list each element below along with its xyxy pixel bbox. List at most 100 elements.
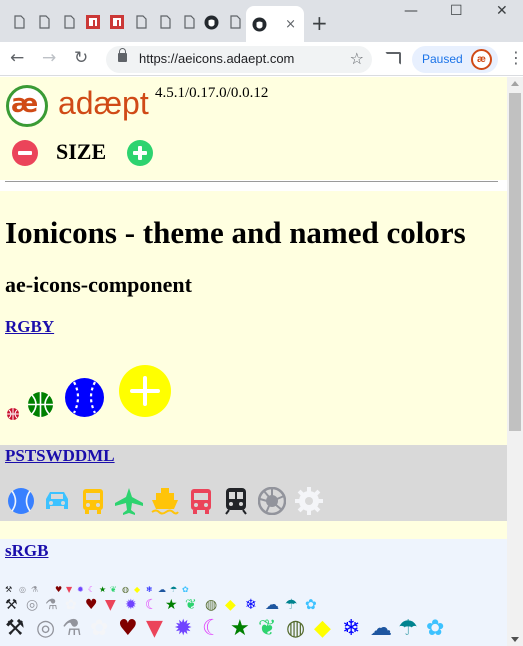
tab-npm[interactable]: [108, 10, 126, 34]
moon-icon: ☾: [88, 585, 96, 594]
github-icon: [252, 17, 267, 32]
new-tab-button[interactable]: +: [311, 11, 328, 35]
section-link-rgby[interactable]: RGBY: [5, 317, 54, 337]
address-bar[interactable]: https://aeicons.adaept.com ☆: [106, 46, 372, 73]
leaf-icon: ❦: [185, 597, 197, 613]
sunny-icon: ✹: [125, 597, 137, 613]
document-icon: [63, 15, 75, 29]
bookmark-star-icon[interactable]: ☆: [350, 49, 364, 68]
tab-document[interactable]: [60, 10, 78, 34]
star-icon: ★: [99, 585, 107, 594]
notifications-icon: ◆: [134, 585, 141, 594]
flower-icon: ✿: [65, 597, 77, 613]
flask-icon: ⚗: [45, 597, 58, 613]
scroll-down-arrow-icon[interactable]: [511, 637, 519, 642]
section-link-pstswddml[interactable]: PSTSWDDML: [5, 446, 115, 466]
tab-document[interactable]: [132, 10, 150, 34]
heart-icon: ♥: [55, 585, 63, 594]
divider: [5, 181, 498, 182]
rose-icon: ✿: [426, 616, 445, 641]
github-icon: [204, 15, 218, 29]
profile-status: Paused: [422, 52, 463, 66]
document-icon: [38, 15, 50, 29]
flask-icon: ⚗: [31, 585, 39, 594]
close-window-button[interactable]: ✕: [496, 3, 508, 19]
umbrella-icon: ☂: [285, 597, 298, 613]
finger-print-icon: ◎: [19, 585, 26, 594]
tab-document[interactable]: [35, 10, 53, 34]
flower-icon: ✿: [90, 616, 109, 641]
maximize-button[interactable]: ☐: [450, 3, 463, 19]
page-subtitle: ae-icons-component: [5, 272, 192, 297]
scrollbar-thumb[interactable]: [509, 93, 521, 431]
cog-icon: [295, 487, 323, 515]
tab-strip: × + — ☐ ✕: [0, 0, 523, 42]
globe-icon: ◍: [286, 616, 306, 641]
rainy-icon: ☁: [265, 597, 279, 613]
star-icon: ★: [165, 597, 178, 613]
notifications-icon: ◆: [314, 616, 331, 641]
page-title: Ionicons - theme and named colors: [5, 215, 466, 250]
profile-button[interactable]: Paused æ: [412, 46, 498, 73]
sunny-icon: ✹: [174, 616, 193, 641]
size-label: SIZE: [56, 139, 107, 164]
tab-close-icon[interactable]: ×: [285, 17, 296, 32]
snow-icon: ❄: [245, 597, 257, 613]
page-viewport: æ adæpt 4.5.1/0.17.0/0.0.12 SIZE Ionicon…: [0, 77, 507, 646]
logo-text: adæpt: [58, 85, 149, 121]
forward-button[interactable]: →: [42, 48, 56, 68]
umbrella-icon: ☂: [398, 616, 418, 641]
minimize-button[interactable]: —: [404, 3, 418, 19]
tennisball-icon: [8, 488, 34, 514]
avatar: æ: [471, 49, 492, 70]
tab-github[interactable]: [202, 10, 220, 34]
document-icon: [229, 15, 241, 29]
moon-icon: ☾: [145, 597, 158, 613]
rose-icon: ✿: [182, 585, 189, 594]
scroll-up-arrow-icon[interactable]: [511, 81, 519, 86]
ice-cream-icon: ▼: [105, 597, 116, 613]
leaf-icon: ❦: [110, 585, 117, 594]
build-icon: ⚒: [5, 616, 25, 641]
section-spacer: [0, 521, 507, 539]
cast-icon[interactable]: [385, 52, 401, 65]
boat-icon: [151, 488, 179, 515]
menu-icon[interactable]: ⋮: [508, 48, 523, 67]
globe-icon: ◍: [122, 585, 129, 594]
finger-print-icon: ◎: [26, 597, 39, 613]
browser-toolbar: ← → ↻ https://aeicons.adaept.com ☆ Pause…: [0, 42, 523, 76]
document-icon: [13, 15, 25, 29]
document-icon: [135, 15, 147, 29]
airplane-icon: [115, 488, 143, 515]
baseball-icon: [65, 378, 104, 417]
tab-active-github[interactable]: ×: [246, 6, 304, 42]
leaf-icon: ❦: [258, 616, 277, 641]
flask-icon: ⚗: [62, 616, 82, 641]
snow-icon: ❄: [146, 585, 153, 594]
tab-document[interactable]: [226, 10, 244, 34]
vertical-scrollbar[interactable]: [507, 77, 523, 646]
tab-document[interactable]: [156, 10, 174, 34]
bus-icon: [191, 489, 211, 514]
build-icon: ⚒: [5, 597, 18, 613]
tab-document[interactable]: [180, 10, 198, 34]
moon-icon: ☾: [202, 616, 222, 641]
back-button[interactable]: ←: [10, 48, 24, 68]
aperture-icon: [258, 487, 286, 515]
sunny-icon: ✹: [77, 585, 84, 594]
logo-mark-glyph: æ: [11, 89, 39, 119]
snow-icon: ❄: [342, 616, 361, 641]
finger-print-icon: ◎: [36, 616, 56, 641]
ice-cream-icon: ▼: [66, 585, 73, 594]
reload-button[interactable]: ↻: [74, 48, 88, 68]
tab-npm[interactable]: [84, 10, 102, 34]
url-text[interactable]: https://aeicons.adaept.com: [139, 51, 294, 66]
heart-icon: ♥: [85, 597, 98, 613]
lock-icon[interactable]: [118, 48, 127, 62]
decrease-size-button[interactable]: [12, 140, 38, 166]
bus-icon: [83, 489, 103, 514]
increase-size-button[interactable]: [127, 140, 153, 166]
section-link-srgb[interactable]: sRGB: [5, 541, 48, 561]
basketball-icon: [28, 392, 53, 417]
tab-document[interactable]: [10, 10, 28, 34]
